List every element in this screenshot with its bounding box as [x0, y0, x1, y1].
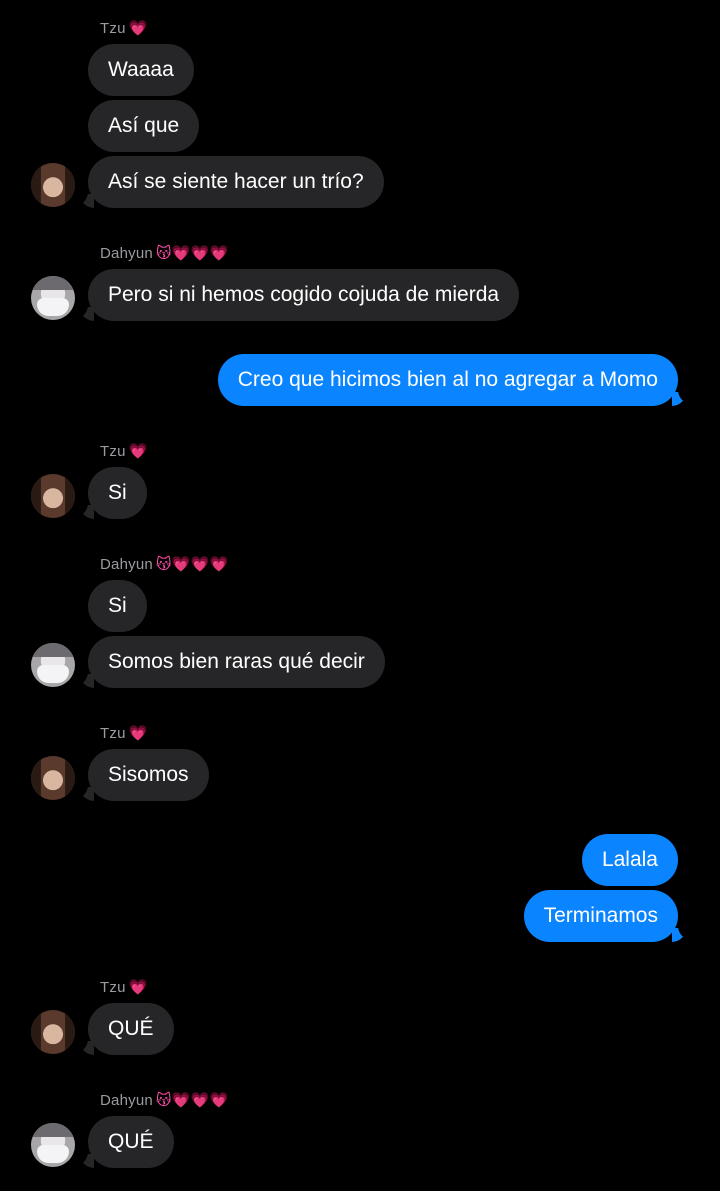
sender-label-dahyun: Dahyun 😽💗💗💗	[100, 1090, 228, 1110]
bubble-tail	[72, 301, 94, 321]
message-bubble-outgoing[interactable]: Lalala	[581, 834, 678, 886]
bubble-tail	[72, 668, 94, 688]
sender-label-dahyun: Dahyun 😽💗💗💗	[100, 554, 228, 574]
message-bubble-incoming[interactable]: QUÉ	[88, 1003, 174, 1055]
heart-icon: 💗	[128, 441, 148, 460]
message-bubble-outgoing[interactable]: Creo que hicimos bien al no agregar a Mo…	[217, 354, 678, 406]
sender-name: Tzu	[100, 19, 126, 37]
avatar-tzu[interactable]	[31, 474, 75, 518]
message-bubble-incoming[interactable]: Si	[88, 467, 147, 519]
message-bubble-incoming[interactable]: Si	[88, 580, 147, 632]
avatar-tzu[interactable]	[31, 163, 75, 207]
avatar-dahyun[interactable]	[31, 276, 75, 320]
bubble-tail	[672, 386, 694, 406]
heart-icon: 💗	[128, 18, 148, 37]
sender-name: Dahyun	[100, 555, 153, 573]
bubble-tail	[72, 1035, 94, 1055]
message-bubble-incoming[interactable]: Sisomos	[88, 749, 209, 801]
sender-label-tzu: Tzu 💗	[100, 18, 148, 38]
message-bubble-outgoing[interactable]: Terminamos	[523, 890, 678, 942]
message-bubble-incoming[interactable]: Así que	[88, 100, 200, 152]
bubble-tail	[72, 781, 94, 801]
bubble-tail	[72, 499, 94, 519]
sender-label-dahyun: Dahyun 😽💗💗💗	[100, 243, 228, 263]
sender-label-tzu: Tzu 💗	[100, 977, 148, 997]
message-bubble-incoming[interactable]: Así se siente hacer un trío?	[88, 156, 384, 208]
emoji-icons: 😽💗💗💗	[155, 554, 229, 573]
sender-name: Dahyun	[100, 244, 153, 262]
heart-icon: 💗	[128, 723, 148, 742]
avatar-tzu[interactable]	[31, 756, 75, 800]
message-bubble-incoming[interactable]: Somos bien raras qué decir	[88, 636, 385, 688]
emoji-icons: 😽💗💗💗	[155, 243, 229, 262]
sender-name: Tzu	[100, 442, 126, 460]
avatar-tzu[interactable]	[31, 1010, 75, 1054]
sender-label-tzu: Tzu 💗	[100, 441, 148, 461]
heart-icon: 💗	[128, 977, 148, 996]
bubble-tail	[72, 1148, 94, 1168]
bubble-tail	[672, 922, 694, 942]
message-bubble-incoming[interactable]: Pero si ni hemos cogido cojuda de mierda	[88, 269, 520, 321]
sender-name: Dahyun	[100, 1091, 153, 1109]
avatar-dahyun[interactable]	[31, 1123, 75, 1167]
message-bubble-incoming[interactable]: Waaaa	[88, 44, 194, 96]
message-bubble-incoming[interactable]: QUÉ	[88, 1116, 174, 1168]
sender-name: Tzu	[100, 978, 126, 996]
sender-name: Tzu	[100, 724, 126, 742]
sender-label-tzu: Tzu 💗	[100, 723, 148, 743]
emoji-icons: 😽💗💗💗	[155, 1090, 229, 1109]
bubble-tail	[72, 188, 94, 208]
avatar-dahyun[interactable]	[31, 643, 75, 687]
